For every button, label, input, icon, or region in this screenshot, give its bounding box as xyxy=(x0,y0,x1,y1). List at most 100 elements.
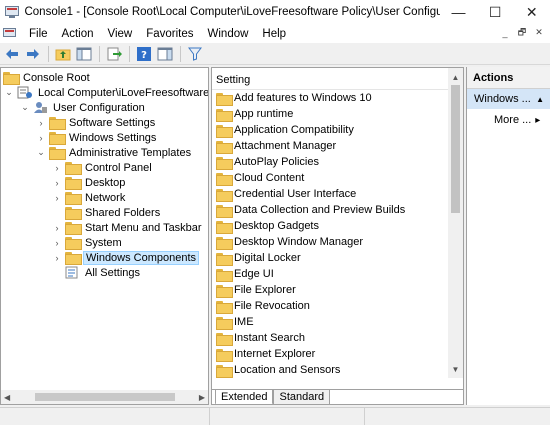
menu-action[interactable]: Action xyxy=(55,28,101,40)
list-item[interactable]: IME xyxy=(216,314,254,330)
tab-extended[interactable]: Extended xyxy=(215,390,274,404)
menu-help[interactable]: Help xyxy=(255,28,293,40)
tree-item-desktop[interactable]: › Desktop xyxy=(51,175,127,190)
folder-icon xyxy=(216,268,233,282)
tree-item-administrative-templates[interactable]: ⌄ Administrative Templates xyxy=(35,145,193,160)
tree-item-label: User Configuration xyxy=(53,101,145,114)
list-item[interactable]: File Revocation xyxy=(216,298,310,314)
tree-expander-none xyxy=(51,267,63,279)
tree-item-label: Windows Settings xyxy=(69,131,157,144)
list-item[interactable]: File Explorer xyxy=(216,282,296,298)
list-item[interactable]: Digital Locker xyxy=(216,250,301,266)
folder-icon xyxy=(65,222,82,235)
chevron-right-icon[interactable]: › xyxy=(51,177,63,189)
minimize-button[interactable]: — xyxy=(440,0,477,24)
tree-item-system[interactable]: › System xyxy=(51,235,124,250)
chevron-down-icon[interactable]: ⌄ xyxy=(35,147,47,159)
child-minimize-button[interactable]: _ xyxy=(498,26,512,39)
tab-standard[interactable]: Standard xyxy=(273,390,331,404)
mmc-app-icon[interactable] xyxy=(5,6,19,18)
chevron-down-icon[interactable]: ⌄ xyxy=(19,102,31,114)
scroll-up-icon[interactable]: ▲ xyxy=(448,70,463,84)
chevron-right-icon[interactable]: › xyxy=(51,237,63,249)
scroll-left-icon[interactable]: ◀ xyxy=(4,393,10,402)
show-hide-tree-icon[interactable] xyxy=(74,45,94,63)
list-item[interactable]: App runtime xyxy=(216,106,293,122)
list-item[interactable]: Add features to Windows 10 xyxy=(216,90,372,106)
tree-item-all-settings[interactable]: All Settings xyxy=(51,265,142,280)
list-item[interactable]: Credential User Interface xyxy=(216,186,356,202)
tree-item-shared-folders[interactable]: Shared Folders xyxy=(51,205,162,220)
tree-item-network[interactable]: › Network xyxy=(51,190,127,205)
list-item-label: Cloud Content xyxy=(234,172,305,184)
folder-icon xyxy=(216,204,233,218)
more-actions-item[interactable]: More ... ▸ xyxy=(467,109,550,131)
filter-icon[interactable] xyxy=(185,45,205,63)
help-icon[interactable]: ? xyxy=(134,45,154,63)
folder-icon xyxy=(216,220,233,234)
list-item[interactable]: AutoPlay Policies xyxy=(216,154,319,170)
menu-file[interactable]: File xyxy=(22,28,55,40)
list-item-label: IME xyxy=(234,316,254,328)
tree-item-start-menu-and-taskbar[interactable]: › Start Menu and Taskbar xyxy=(51,220,204,235)
scroll-down-icon[interactable]: ▼ xyxy=(448,362,463,376)
console-menu-icon[interactable] xyxy=(2,27,18,41)
list-item[interactable]: Application Compatibility xyxy=(216,122,354,138)
list-item-label: Desktop Window Manager xyxy=(234,236,364,248)
back-icon[interactable] xyxy=(2,45,22,63)
scroll-right-icon[interactable]: ▶ xyxy=(199,393,205,402)
chevron-right-icon[interactable]: › xyxy=(51,252,63,264)
export-list-icon[interactable] xyxy=(104,45,124,63)
menu-window[interactable]: Window xyxy=(201,28,256,40)
list-item[interactable]: Attachment Manager xyxy=(216,138,336,154)
list-item[interactable]: Edge UI xyxy=(216,266,274,282)
chevron-right-icon[interactable]: › xyxy=(51,162,63,174)
folder-icon xyxy=(3,72,20,85)
list-item[interactable]: Cloud Content xyxy=(216,170,304,186)
child-restore-button[interactable]: 🗗 xyxy=(515,26,529,39)
actions-section-windows-components[interactable]: Windows ... ▲ xyxy=(467,89,550,109)
tree-item-local-computer-policy[interactable]: ⌄ Local Computer\iLoveFreesoftware Po xyxy=(3,85,208,100)
up-folder-icon[interactable] xyxy=(53,45,73,63)
list-item-label: Instant Search xyxy=(234,332,305,344)
tree-horizontal-scrollbar[interactable]: ◀ ▶ xyxy=(1,390,208,404)
chevron-right-icon[interactable]: › xyxy=(35,132,47,144)
list-item-label: Desktop Gadgets xyxy=(234,220,319,232)
list-item-label: AutoPlay Policies xyxy=(234,156,319,168)
chevron-right-icon[interactable]: › xyxy=(51,192,63,204)
maximize-button[interactable]: ☐ xyxy=(477,0,514,24)
list-item[interactable]: Location and Sensors xyxy=(216,362,340,378)
menu-favorites[interactable]: Favorites xyxy=(139,28,200,40)
close-button[interactable]: ✕ xyxy=(513,0,550,24)
list-vertical-scrollbar[interactable]: ▲ ▼ xyxy=(448,68,463,378)
list-item[interactable]: Desktop Gadgets xyxy=(216,218,319,234)
actions-section-label: Windows ... xyxy=(474,93,531,105)
forward-icon[interactable] xyxy=(23,45,43,63)
chevron-right-icon[interactable]: › xyxy=(35,117,47,129)
console-tree-pane[interactable]: Console Root ⌄ Local Computer\iLoveFrees… xyxy=(0,67,209,405)
tree-item-control-panel[interactable]: › Control Panel xyxy=(51,160,154,175)
show-hide-action-pane-icon[interactable] xyxy=(155,45,175,63)
tree-item-label: System xyxy=(85,236,122,249)
chevron-down-icon[interactable]: ⌄ xyxy=(3,87,15,99)
column-header-setting[interactable]: Setting xyxy=(212,70,449,90)
chevron-right-icon[interactable]: › xyxy=(51,222,63,234)
toolbar-separator xyxy=(180,45,181,62)
tree-item-user-configuration[interactable]: ⌄ User Configuration xyxy=(19,100,147,115)
list-item[interactable]: Internet Explorer xyxy=(216,346,315,362)
list-item-label: Data Collection and Preview Builds xyxy=(234,204,406,216)
details-pane[interactable]: Setting Add features to Windows 10 App r… xyxy=(211,67,464,405)
child-close-button[interactable]: ✕ xyxy=(532,26,546,39)
list-item[interactable]: Desktop Window Manager xyxy=(216,234,363,250)
tree-item-console-root[interactable]: Console Root xyxy=(3,70,92,85)
list-item[interactable]: Data Collection and Preview Builds xyxy=(216,202,405,218)
collapse-up-icon[interactable]: ▲ xyxy=(536,95,544,104)
list-item[interactable]: Instant Search xyxy=(216,330,305,346)
scrollbar-thumb[interactable] xyxy=(34,393,175,401)
scrollbar-thumb[interactable] xyxy=(451,85,460,213)
menu-view[interactable]: View xyxy=(101,28,140,40)
tree-item-software-settings[interactable]: › Software Settings xyxy=(35,115,157,130)
status-segment xyxy=(0,408,210,425)
tree-item-windows-components[interactable]: › Windows Components xyxy=(51,250,200,265)
tree-item-windows-settings[interactable]: › Windows Settings xyxy=(35,130,158,145)
